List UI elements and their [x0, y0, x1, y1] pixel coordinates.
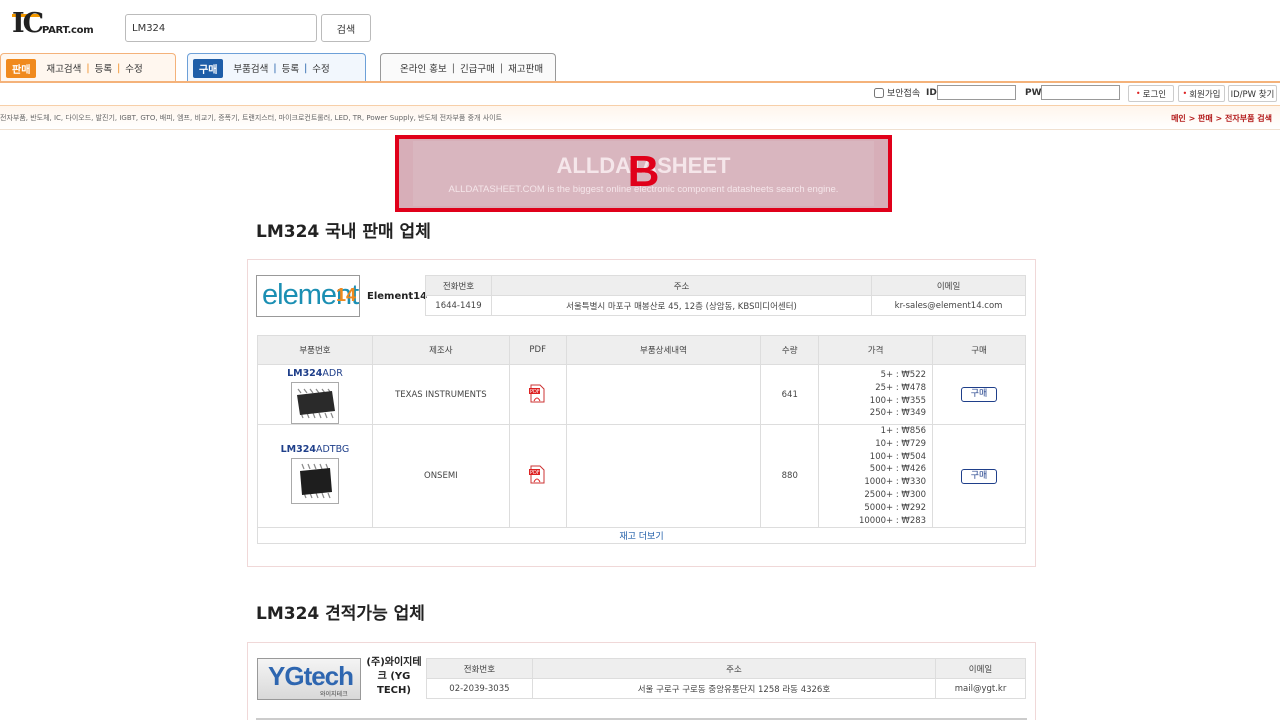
tab-buy: 구매 부품검색 | 등록 | 수정: [187, 53, 366, 82]
qty-cell: 880: [760, 423, 820, 529]
id-label: ID: [926, 88, 937, 98]
vendor-phone: 1644-1419: [425, 295, 492, 316]
stock-sell-link[interactable]: 재고판매: [508, 61, 543, 75]
svg-text:PDF: PDF: [530, 389, 540, 395]
vendor-address: 서울특별시 마포구 매봉산로 45, 12층 (상암동, KBS미디어센터): [490, 295, 873, 316]
pdf-icon[interactable]: PDF: [529, 384, 546, 403]
part-detail-cell: [565, 364, 762, 425]
secure-login-label: 보안접속: [887, 89, 921, 99]
page: IC PART.com 검색 판매 재고검색 | 등록 | 수정 구매 부품검색…: [0, 0, 1280, 720]
logo-ic: IC: [12, 8, 44, 39]
alldatasheet-banner[interactable]: ALLDATASHEET ALLDATASHEET.COM is the big…: [395, 135, 892, 212]
vendor-address: 서울 구로구 구로동 중앙유통단지 1258 라동 4326호: [531, 678, 937, 699]
element14-logo[interactable]: element 14: [256, 275, 360, 317]
vendor-contact-table: 전화번호 주소 이메일 02-2039-3035 서울 구로구 구로동 중앙유통…: [426, 658, 1026, 699]
price-cell: 1+ : ₩856 10+ : ₩729 100+ : ₩504 500+ : …: [818, 423, 934, 529]
sub-bar: 전자부품, 반도체, IC, 다이오드, 발진기, IGBT, GTO, 배피,…: [0, 105, 1280, 130]
search-button[interactable]: 검색: [321, 14, 371, 42]
pw-label: PW: [1025, 88, 1042, 98]
vendor-phone: 02-2039-3035: [426, 678, 533, 699]
buy-part-search-link[interactable]: 부품검색: [233, 61, 268, 75]
vendor-name: (주)와이지테 크 (YG TECH): [366, 657, 422, 696]
more-stock-link[interactable]: 재고 더보기: [619, 532, 663, 542]
buy-badge[interactable]: 구매: [193, 58, 224, 78]
tab-etc: 온라인 홍보 | 긴급구매 | 재고판매: [380, 53, 556, 82]
login-bar: 보안접속 ID PW • 로그인 • 회원가입 ID/PW 찾기: [0, 84, 1280, 104]
secure-login-toggle[interactable]: 보안접속: [874, 86, 920, 99]
domestic-seller-card: element 14 Element14 전화번호 주소 이메일 1644-14…: [247, 259, 1036, 567]
part-detail-cell: [565, 423, 762, 529]
vendor-contact-table: 전화번호 주소 이메일 1644-1419 서울특별시 마포구 매봉산로 45,…: [425, 275, 1026, 316]
buy-edit-link[interactable]: 수정: [312, 61, 329, 75]
logo-part: PART.com: [42, 25, 94, 36]
maker-cell: TEXAS INSTRUMENTS: [371, 364, 510, 425]
part-number-link[interactable]: LM324ADTBG: [281, 444, 350, 455]
maker-cell: ONSEMI: [371, 423, 510, 529]
id-input[interactable]: [937, 85, 1016, 100]
table-row: LM324ADTBG ONSEMI PDF 880 1+: ₩856 10+ …: [257, 423, 1026, 529]
search-input[interactable]: [125, 14, 317, 42]
vendor-name: Element14: [367, 291, 428, 302]
join-button[interactable]: • 회원가입: [1178, 85, 1225, 102]
sell-stock-search-link[interactable]: 재고검색: [46, 61, 81, 75]
nav-divider: [0, 81, 1280, 83]
find-id-pw-button[interactable]: ID/PW 찾기: [1228, 85, 1277, 102]
price-cell: 5+ : ₩522 25+ : ₩478 100+ : ₩355 250+ : …: [818, 364, 934, 425]
vendor-email[interactable]: mail@ygt.kr: [935, 678, 1026, 699]
login-button[interactable]: • 로그인: [1128, 85, 1174, 102]
icpart-logo[interactable]: IC PART.com: [12, 8, 102, 42]
part-number-link[interactable]: LM324ADR: [287, 368, 343, 379]
site-description: 전자부품, 반도체, IC, 다이오드, 발진기, IGBT, GTO, 배피,…: [0, 114, 503, 122]
secure-login-checkbox[interactable]: [874, 87, 884, 98]
qty-cell: 641: [760, 364, 820, 425]
stock-table: 부품번호 제조사 PDF 부품상세내역 수량 가격 구매 LM324ADR TE…: [257, 335, 1026, 545]
sell-badge[interactable]: 판매: [6, 58, 37, 78]
quote-seller-card: YGtech 와이지테크 (주)와이지테 크 (YG TECH) 전화번호 주소…: [247, 642, 1036, 720]
buy-button[interactable]: 구매: [961, 468, 998, 484]
chip-image[interactable]: [290, 382, 339, 424]
online-promo-link[interactable]: 온라인 홍보: [400, 61, 447, 75]
domestic-sellers-title: LM324 국내 판매 업체: [256, 222, 431, 242]
breadcrumb[interactable]: 메인 > 판매 > 전자부품 검색: [1171, 113, 1272, 124]
sell-register-link[interactable]: 등록: [95, 61, 112, 75]
tab-sell: 판매 재고검색 | 등록 | 수정: [0, 53, 176, 82]
vendor-email[interactable]: kr-sales@element14.com: [871, 295, 1026, 316]
pdf-icon[interactable]: PDF: [529, 465, 546, 484]
table-row: LM324ADR TEXAS INSTRUMENTS PDF 641 5+: …: [257, 364, 1026, 425]
quote-sellers-title: LM324 견적가능 업체: [256, 604, 425, 624]
banner-mark: B: [627, 147, 660, 196]
pw-input[interactable]: [1041, 85, 1120, 100]
chip-image[interactable]: [290, 458, 339, 504]
urgent-buy-link[interactable]: 긴급구매: [460, 61, 495, 75]
sell-edit-link[interactable]: 수정: [125, 61, 142, 75]
ygtech-logo[interactable]: YGtech 와이지테크: [257, 658, 361, 700]
svg-text:PDF: PDF: [530, 470, 540, 476]
buy-button[interactable]: 구매: [961, 387, 998, 402]
buy-register-link[interactable]: 등록: [282, 61, 299, 75]
